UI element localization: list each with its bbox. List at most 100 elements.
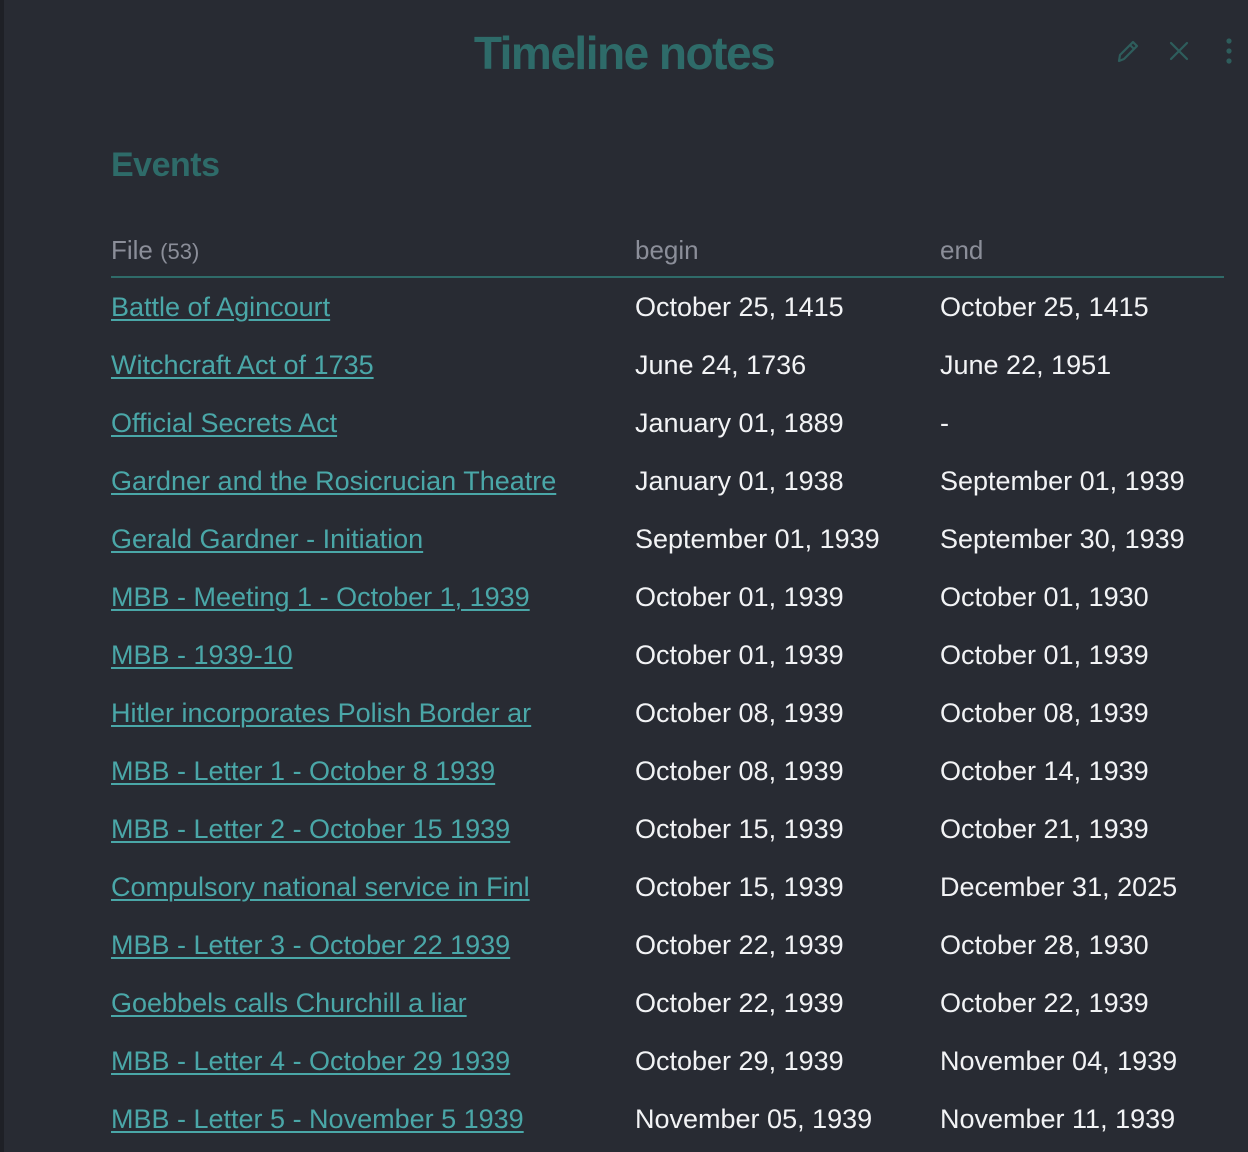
begin-date-cell: October 15, 1939 — [635, 871, 844, 902]
table-row: MBB - Letter 5 - November 5 1939 November… — [111, 1090, 1224, 1148]
table-row: MBB - Letter 3 - October 22 1939 October … — [111, 916, 1224, 974]
more-vertical-icon[interactable] — [1214, 36, 1244, 66]
file-cell: MBB - Letter 5 - November 5 1939 — [111, 1090, 635, 1148]
file-cell-wrap: Gerald Gardner - Initiation — [111, 524, 587, 555]
pane-divider[interactable] — [0, 0, 4, 1152]
file-cell-wrap: MBB - 1939-10 — [111, 640, 587, 671]
begin-date-cell: June 24, 1736 — [635, 349, 807, 380]
table-row: Gerald Gardner - Initiation September 01,… — [111, 510, 1224, 568]
file-cell: Goebbels calls Churchill a liar — [111, 974, 635, 1032]
file-cell-wrap: Witchcraft Act of 1735 — [111, 350, 587, 381]
file-link[interactable]: Official Secrets Act — [111, 408, 337, 438]
table-row: MBB - 1939-10 October 01, 1939 October 01,… — [111, 626, 1224, 684]
begin-date-cell: October 29, 1939 — [635, 1045, 844, 1076]
file-cell-wrap: MBB - Meeting 1 - October 1, 1939 — [111, 582, 587, 613]
end-date-cell: October 22, 1939 — [940, 987, 1149, 1018]
file-cell-wrap: Gardner and the Rosicrucian Theatre — [111, 466, 587, 497]
file-link[interactable]: MBB - Letter 3 - October 22 1939 — [111, 930, 510, 960]
begin-date-cell: September 01, 1939 — [635, 523, 880, 554]
table-row: Hitler incorporates Polish Border ar Octo… — [111, 684, 1224, 742]
file-link[interactable]: MBB - Letter 5 - November 5 1939 — [111, 1104, 524, 1134]
file-cell-wrap: Official Secrets Act — [111, 408, 587, 439]
events-table: File (53) begin end Battle of Agincourt O… — [111, 224, 1224, 1148]
pencil-icon[interactable] — [1112, 36, 1142, 66]
file-link[interactable]: Goebbels calls Churchill a liar — [111, 988, 467, 1018]
file-cell-wrap: Goebbels calls Churchill a liar — [111, 988, 587, 1019]
file-count: (53) — [160, 238, 200, 264]
begin-date-cell: October 25, 1415 — [635, 291, 844, 322]
begin-date-cell: October 15, 1939 — [635, 813, 844, 844]
begin-date-cell: January 01, 1938 — [635, 465, 844, 496]
file-cell-wrap: MBB - Letter 4 - October 29 1939 — [111, 1046, 587, 1077]
file-cell: Gardner and the Rosicrucian Theatre — [111, 452, 635, 510]
page-title: Timeline notes — [473, 27, 776, 79]
table-row: Goebbels calls Churchill a liar October 2… — [111, 974, 1224, 1032]
column-header-file[interactable]: File (53) — [111, 224, 635, 278]
file-cell: MBB - Letter 4 - October 29 1939 — [111, 1032, 635, 1090]
table-row: Official Secrets Act January 01, 1889 - — [111, 394, 1224, 452]
table-row: MBB - Letter 2 - October 15 1939 October … — [111, 800, 1224, 858]
file-link[interactable]: Gardner and the Rosicrucian Theatre — [111, 466, 556, 496]
file-link[interactable]: MBB - Letter 4 - October 29 1939 — [111, 1046, 510, 1076]
note-header: Timeline notes — [0, 0, 1248, 110]
begin-date-cell: October 01, 1939 — [635, 581, 844, 612]
begin-date-cell: October 22, 1939 — [635, 987, 844, 1018]
table-row: MBB - Meeting 1 - October 1, 1939 October… — [111, 568, 1224, 626]
table-row: Battle of Agincourt October 25, 1415 Octob… — [111, 277, 1224, 336]
section-heading-events: Events — [111, 146, 220, 184]
column-header-file-label: File — [111, 234, 153, 265]
file-cell: MBB - Letter 2 - October 15 1939 — [111, 800, 635, 858]
end-date-cell: June 22, 1951 — [940, 349, 1112, 380]
file-cell-wrap: MBB - Letter 1 - October 8 1939 — [111, 756, 587, 787]
file-cell: Witchcraft Act of 1735 — [111, 336, 635, 394]
table-row: MBB - Letter 4 - October 29 1939 October … — [111, 1032, 1224, 1090]
table-row: Compulsory national service in Finl Octob… — [111, 858, 1224, 916]
file-cell: MBB - Letter 3 - October 22 1939 — [111, 916, 635, 974]
file-cell-wrap: MBB - Letter 3 - October 22 1939 — [111, 930, 587, 961]
file-link[interactable]: MBB - Letter 1 - October 8 1939 — [111, 756, 495, 786]
file-link[interactable]: MBB - 1939-10 — [111, 640, 293, 670]
file-cell-wrap: Battle of Agincourt — [111, 292, 587, 323]
column-header-begin[interactable]: begin — [635, 224, 940, 278]
end-date-cell: October 21, 1939 — [940, 813, 1149, 844]
table-row: Gardner and the Rosicrucian Theatre Janua… — [111, 452, 1224, 510]
table-row: Witchcraft Act of 1735 June 24, 1736 June … — [111, 336, 1224, 394]
file-cell-wrap: Compulsory national service in Finl — [111, 872, 587, 903]
file-cell: MBB - Meeting 1 - October 1, 1939 — [111, 568, 635, 626]
file-cell: MBB - 1939-10 — [111, 626, 635, 684]
begin-date-cell: October 08, 1939 — [635, 755, 844, 786]
begin-date-cell: January 01, 1889 — [635, 407, 844, 438]
file-link[interactable]: MBB - Meeting 1 - October 1, 1939 — [111, 582, 530, 612]
end-date-cell: November 04, 1939 — [940, 1045, 1178, 1076]
end-date-cell: October 14, 1939 — [940, 755, 1149, 786]
file-cell: Compulsory national service in Finl — [111, 858, 635, 916]
file-link[interactable]: Gerald Gardner - Initiation — [111, 524, 423, 554]
table-row: MBB - Letter 1 - October 8 1939 October 0… — [111, 742, 1224, 800]
end-date-cell: October 01, 1930 — [940, 581, 1149, 612]
end-date-cell: October 25, 1415 — [940, 291, 1149, 322]
file-cell-wrap: MBB - Letter 5 - November 5 1939 — [111, 1104, 587, 1135]
begin-date-cell: October 01, 1939 — [635, 639, 844, 670]
file-cell: Gerald Gardner - Initiation — [111, 510, 635, 568]
begin-date-cell: October 22, 1939 — [635, 929, 844, 960]
end-date-cell: October 01, 1939 — [940, 639, 1149, 670]
begin-date-cell: November 05, 1939 — [635, 1103, 873, 1134]
end-date-cell: September 01, 1939 — [940, 465, 1185, 496]
file-link[interactable]: Compulsory national service in Finl — [111, 872, 530, 902]
file-link[interactable]: Hitler incorporates Polish Border ar — [111, 698, 531, 728]
file-cell: Official Secrets Act — [111, 394, 635, 452]
end-date-cell: October 08, 1939 — [940, 697, 1149, 728]
column-header-end[interactable]: end — [940, 224, 1224, 278]
file-link[interactable]: Witchcraft Act of 1735 — [111, 350, 374, 380]
file-cell-wrap: MBB - Letter 2 - October 15 1939 — [111, 814, 587, 845]
file-cell: Hitler incorporates Polish Border ar — [111, 684, 635, 742]
file-link[interactable]: Battle of Agincourt — [111, 292, 330, 322]
file-cell: MBB - Letter 1 - October 8 1939 — [111, 742, 635, 800]
begin-date-cell: October 08, 1939 — [635, 697, 844, 728]
file-cell: Battle of Agincourt — [111, 277, 635, 336]
file-link[interactable]: MBB - Letter 2 - October 15 1939 — [111, 814, 510, 844]
close-icon[interactable] — [1164, 36, 1194, 66]
end-date-cell: - — [940, 407, 949, 438]
end-date-cell: September 30, 1939 — [940, 523, 1185, 554]
end-date-cell: November 11, 1939 — [940, 1103, 1176, 1134]
